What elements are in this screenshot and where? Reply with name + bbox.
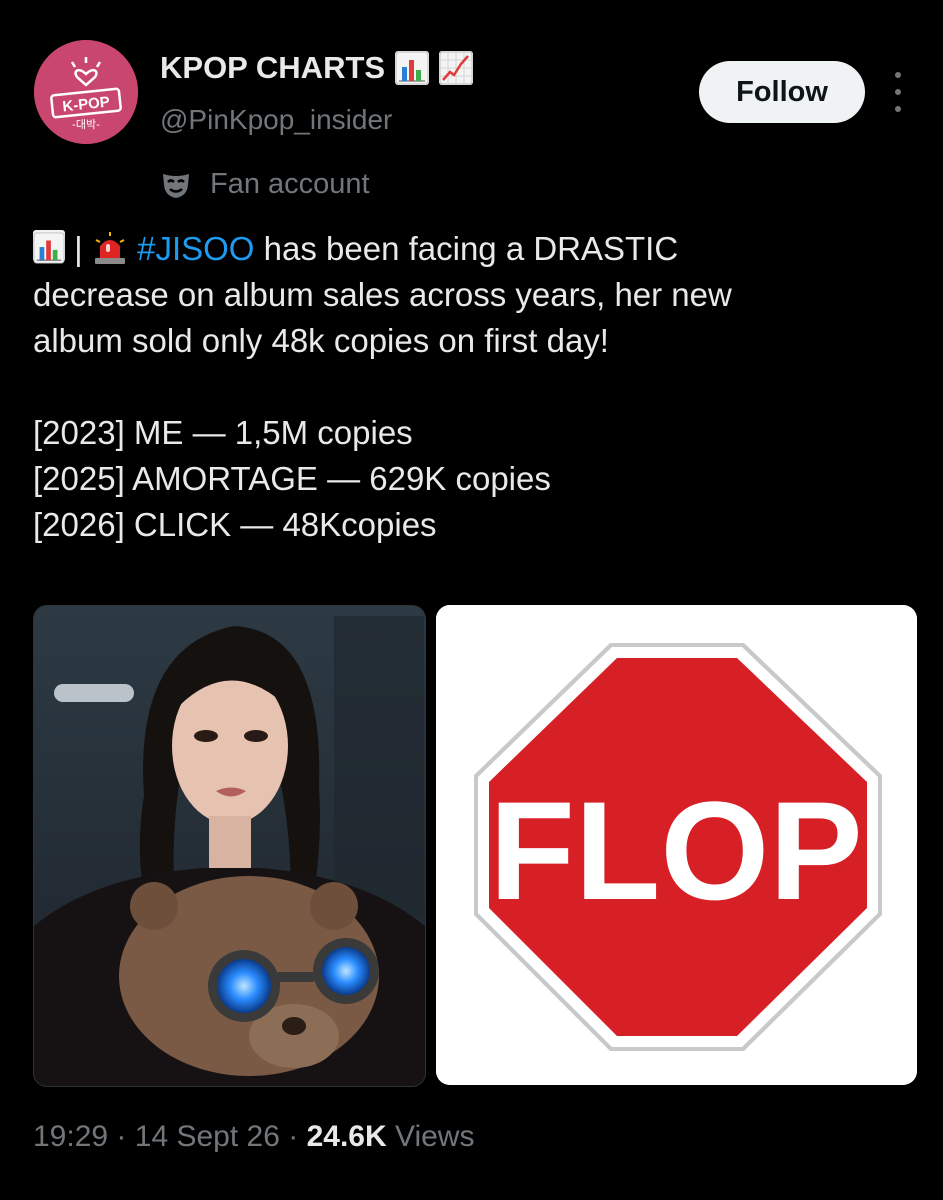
avatar[interactable]: K-POP -대박- <box>34 40 138 144</box>
album-list-item: [2026] CLICK — 48Kcopies <box>33 506 437 543</box>
portrait-photo-image <box>34 606 425 1086</box>
more-dot-icon <box>895 89 901 95</box>
tweet-line-3: album sold only 48k copies on first day! <box>33 322 609 359</box>
display-name-row[interactable]: KPOP CHARTS <box>160 50 474 86</box>
stop-sign-text: FLOP <box>489 772 862 929</box>
more-dot-icon <box>895 72 901 78</box>
fan-account-text: Fan account <box>210 168 370 200</box>
fan-account-label: Fan account <box>160 168 370 201</box>
more-dot-icon <box>895 106 901 112</box>
mask-icon <box>163 173 189 198</box>
kpop-logo-icon: K-POP -대박- <box>34 40 138 144</box>
bar-chart-emoji-icon <box>33 230 65 264</box>
album-list-item: [2025] AMORTAGE — 629K copies <box>33 460 551 497</box>
tweet-meta: 19:29 · 14 Sept 26 · 24.6K Views <box>33 1120 474 1154</box>
album-list-item: [2023] ME — 1,5M copies <box>33 414 413 451</box>
tweet-line-1-text: has been facing a DRASTIC <box>263 230 679 267</box>
tweet-line-1: | #JISOO has been facing a DRASTIC <box>33 226 913 272</box>
tweet-line-2: decrease on album sales across years, he… <box>33 276 732 313</box>
tweet-text: | #JISOO has been facing a DRASTIC decre… <box>33 226 913 548</box>
more-options-button[interactable] <box>884 72 912 112</box>
meta-separator: · <box>288 1120 299 1153</box>
police-light-emoji-icon <box>94 232 125 264</box>
tweet-date[interactable]: 14 Sept 26 <box>135 1120 280 1153</box>
tweet-photo-stop-sign[interactable]: FLOP <box>436 605 917 1085</box>
user-handle[interactable]: @PinKpop_insider <box>160 104 392 136</box>
chart-increasing-emoji-icon <box>439 51 474 85</box>
hashtag-link[interactable]: #JISOO <box>137 230 254 267</box>
separator: | <box>74 230 83 267</box>
svg-text:-대박-: -대박- <box>72 118 100 131</box>
tweet-photo-portrait[interactable] <box>33 605 426 1087</box>
follow-button[interactable]: Follow <box>699 61 865 123</box>
bar-chart-emoji-icon <box>395 51 430 85</box>
display-name[interactable]: KPOP CHARTS <box>160 50 385 86</box>
views-count: 24.6K <box>306 1120 387 1153</box>
views-label: Views <box>394 1120 475 1153</box>
meta-separator: · <box>116 1120 127 1153</box>
tweet-time[interactable]: 19:29 <box>33 1120 108 1153</box>
stop-sign-image: FLOP <box>436 605 917 1085</box>
